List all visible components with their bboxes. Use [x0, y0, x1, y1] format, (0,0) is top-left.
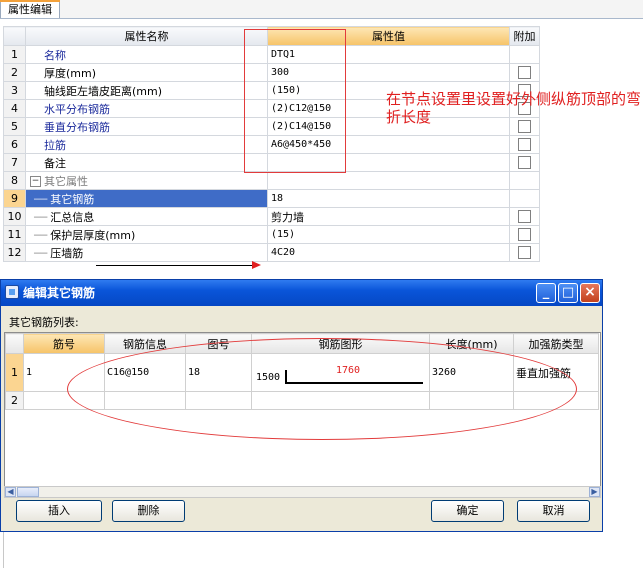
minimize-button[interactable]: _ [536, 283, 556, 303]
add-cell [509, 171, 540, 190]
row-number: 1 [5, 353, 24, 392]
add-cell [509, 153, 540, 172]
property-name: 拉筋 [25, 135, 268, 154]
property-name: ── 压墙筋 [25, 243, 268, 262]
property-label: 其它钢筋 [50, 192, 95, 206]
property-name: ── 其它钢筋 [25, 189, 268, 208]
table-row-selected[interactable]: 9 ── 其它钢筋 18 [3, 189, 540, 208]
property-name: 水平分布钢筋 [25, 99, 268, 118]
grid-header-name: 属性名称 [25, 26, 268, 46]
row-number: 3 [3, 81, 26, 100]
property-value[interactable]: (15) [267, 225, 510, 244]
property-value[interactable]: 剪力墙 [267, 207, 510, 226]
property-value[interactable]: 18 [267, 189, 510, 208]
row-number: 2 [3, 63, 26, 82]
annotation-rectangle [244, 29, 346, 173]
maximize-button[interactable]: □ [558, 283, 578, 303]
add-cell [509, 243, 540, 262]
add-cell [509, 189, 540, 208]
add-checkbox[interactable] [518, 138, 531, 152]
row-number: 12 [3, 243, 26, 262]
property-name: 垂直分布钢筋 [25, 117, 268, 136]
col-header-num [5, 333, 24, 354]
property-label: 保护层厚度(mm) [50, 228, 136, 242]
row-number: 8 [3, 171, 26, 190]
property-label: 压墙筋 [50, 246, 84, 260]
grid-header-add: 附加 [509, 26, 540, 46]
scroll-thumb[interactable] [17, 487, 39, 497]
row-number: 7 [3, 153, 26, 172]
rebar-list-label: 其它钢筋列表: [9, 316, 79, 329]
add-checkbox[interactable] [518, 246, 531, 260]
property-value[interactable]: 4C20 [267, 243, 510, 262]
property-name: 名称 [25, 45, 268, 64]
add-checkbox[interactable] [518, 66, 531, 80]
grid-header-num [3, 26, 26, 46]
scroll-right-icon[interactable]: ▶ [589, 487, 600, 497]
add-cell [509, 63, 540, 82]
tree-line-icon: ── [34, 246, 48, 260]
table-row-group[interactable]: 8 − 其它属性 [3, 171, 540, 190]
property-value [267, 171, 510, 190]
add-cell [509, 207, 540, 226]
tab-accent [0, 0, 60, 2]
delete-button[interactable]: 删除 [112, 500, 185, 522]
close-button[interactable]: × [580, 283, 600, 303]
col-header-type: 加强筋类型 [513, 333, 599, 354]
collapse-icon[interactable]: − [30, 176, 41, 187]
dialog-title: 编辑其它钢筋 [23, 286, 96, 300]
property-name: 厚度(mm) [25, 63, 268, 82]
row-number: 6 [3, 135, 26, 154]
row-number: 5 [3, 117, 26, 136]
add-cell [509, 45, 540, 64]
property-group-name: − 其它属性 [25, 171, 268, 190]
scroll-left-icon[interactable]: ◀ [5, 487, 16, 497]
add-cell [509, 135, 540, 154]
add-checkbox[interactable] [518, 228, 531, 242]
horizontal-scrollbar[interactable]: ◀ ▶ [4, 486, 601, 498]
col-header-bar-no: 筋号 [23, 333, 105, 354]
tree-line-icon: ── [34, 210, 48, 224]
property-label: 汇总信息 [50, 210, 95, 224]
annotation-note: 在节点设置里设置好外侧纵筋顶部的弯折长度 [386, 90, 642, 126]
row-number: 1 [3, 45, 26, 64]
row-number: 10 [3, 207, 26, 226]
annotation-ellipse [67, 338, 577, 440]
annotation-arrow-head-icon [252, 261, 261, 269]
property-name: 备注 [25, 153, 268, 172]
row-number: 11 [3, 225, 26, 244]
property-name: 轴线距左墙皮距离(mm) [25, 81, 268, 100]
tree-line-icon: ── [34, 228, 48, 242]
app-icon-inner [9, 289, 15, 295]
dialog-titlebar[interactable]: 编辑其它钢筋 _ □ × [1, 280, 602, 306]
ok-button[interactable]: 确定 [431, 500, 504, 522]
property-name: ── 保护层厚度(mm) [25, 225, 268, 244]
insert-button[interactable]: 插入 [16, 500, 102, 522]
app-icon [5, 285, 19, 299]
tab-property-edit[interactable]: 属性编辑 [0, 0, 60, 18]
row-number: 9 [3, 189, 26, 208]
property-name: ── 汇总信息 [25, 207, 268, 226]
table-row[interactable]: 10 ── 汇总信息 剪力墙 [3, 207, 540, 226]
add-checkbox[interactable] [518, 156, 531, 170]
add-cell [509, 225, 540, 244]
add-checkbox[interactable] [518, 210, 531, 224]
table-row[interactable]: 11 ── 保护层厚度(mm) (15) [3, 225, 540, 244]
tree-line-icon: ── [34, 192, 48, 206]
row-number: 2 [5, 391, 24, 410]
annotation-arrow-line [96, 265, 254, 266]
row-number: 4 [3, 99, 26, 118]
group-label: 其它属性 [44, 174, 88, 188]
table-row[interactable]: 12 ── 压墙筋 4C20 [3, 243, 540, 262]
tab-strip [0, 0, 643, 19]
cancel-button[interactable]: 取消 [517, 500, 590, 522]
